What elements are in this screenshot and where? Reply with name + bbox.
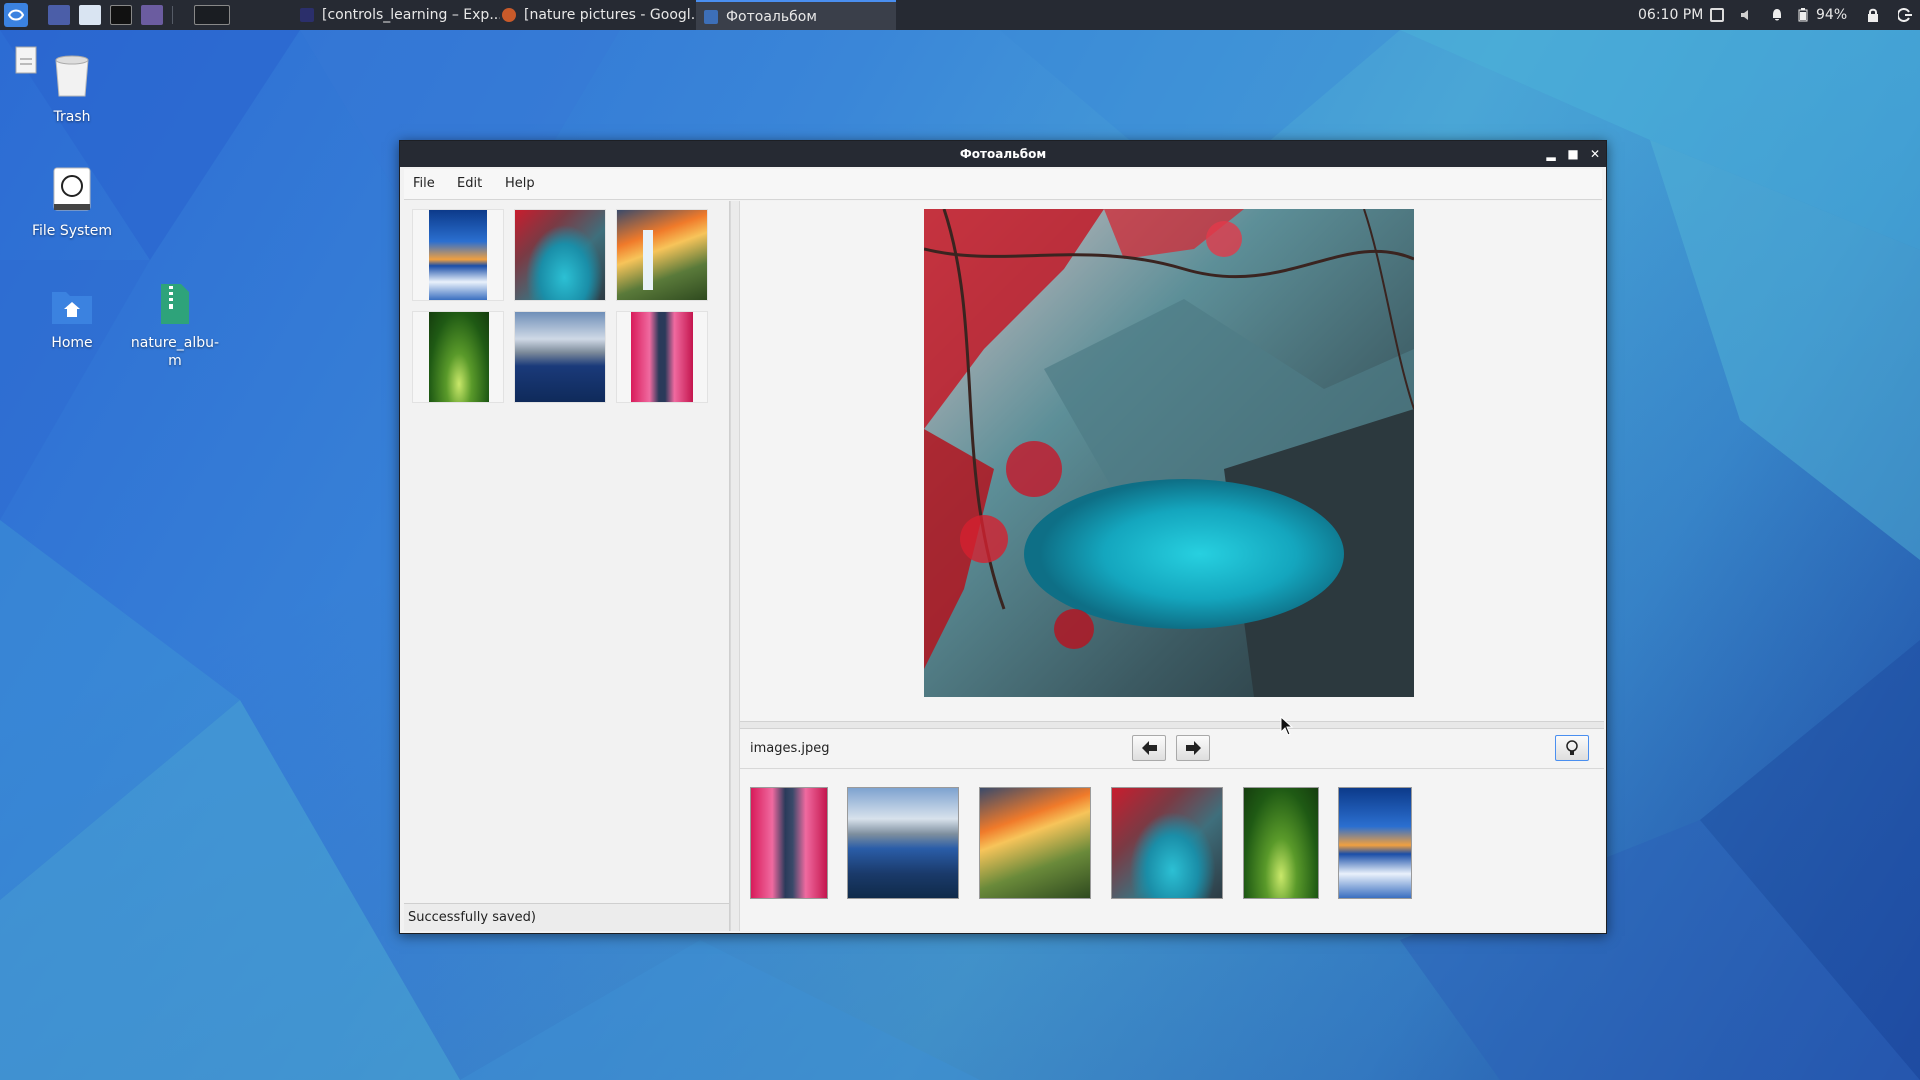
close-icon[interactable]: ✕: [1584, 141, 1606, 167]
status-bar: Successfully saved): [404, 903, 729, 931]
home-folder-icon: [52, 292, 92, 324]
film-thumb-forest-path[interactable]: [1243, 787, 1319, 899]
photo-album-window: Фотоальбом ▂ ■ ✕ File Edit Help Successf…: [399, 140, 1607, 934]
desktop-icon-filesystem[interactable]: File System: [22, 166, 122, 240]
browser-icon: [502, 8, 516, 22]
document-icon: [15, 46, 37, 74]
task-label: [nature pictures - Googl...: [524, 7, 694, 23]
archive-icon: [161, 284, 189, 324]
menu-file[interactable]: File: [406, 169, 442, 199]
workspace-switcher[interactable]: [194, 5, 230, 25]
app-menu-icon: [7, 9, 25, 21]
archive-label: nature_albu-m: [130, 335, 220, 369]
photo-album-icon: [704, 10, 718, 24]
grid-thumb-mountain-lake[interactable]: [514, 311, 606, 403]
home-label: Home: [51, 335, 93, 351]
vertical-splitter[interactable]: [730, 201, 740, 931]
file-manager-icon[interactable]: [79, 5, 101, 25]
next-button[interactable]: [1176, 735, 1210, 761]
menu-edit[interactable]: Edit: [450, 169, 489, 199]
panel-separator: [172, 6, 173, 24]
display-icon[interactable]: [1710, 8, 1724, 22]
top-panel: [controls_learning – Exp... [nature pict…: [0, 0, 1920, 30]
desktop-icon-archive[interactable]: nature_albu-m: [125, 282, 225, 370]
minimize-icon[interactable]: ▂: [1540, 141, 1562, 167]
logout-icon[interactable]: [1896, 8, 1912, 22]
desktop-file-icon[interactable]: [14, 46, 38, 78]
film-thumb-sunset-lake[interactable]: [1338, 787, 1412, 899]
previous-button[interactable]: [1132, 735, 1166, 761]
trash-label: Trash: [53, 109, 91, 125]
lock-icon[interactable]: [1866, 8, 1880, 22]
hard-drive-icon: [53, 167, 91, 211]
task-photo-album[interactable]: Фотоальбом: [696, 0, 896, 30]
notification-bell-icon[interactable]: [1770, 8, 1784, 22]
desktop-icon-home[interactable]: Home: [22, 286, 122, 352]
viewer-toolbar: images.jpeg: [740, 729, 1604, 769]
task-label: [controls_learning – Exp...: [322, 7, 500, 23]
clock[interactable]: 06:10 PM: [1638, 0, 1703, 30]
maximize-icon[interactable]: ■: [1562, 141, 1584, 167]
task-label: Фотоальбом: [726, 9, 817, 25]
window-titlebar[interactable]: Фотоальбом ▂ ■ ✕: [400, 141, 1606, 167]
grid-thumb-forest-path[interactable]: [412, 311, 504, 403]
show-desktop-icon[interactable]: [48, 5, 70, 25]
film-thumb-mountain-lake[interactable]: [847, 787, 959, 899]
mouse-cursor-icon: [1280, 716, 1294, 736]
grid-thumb-pink-road[interactable]: [616, 311, 708, 403]
viewer-pane: images.jpeg: [740, 201, 1604, 931]
app-menu-button[interactable]: [4, 3, 28, 27]
menu-help[interactable]: Help: [498, 169, 542, 199]
battery-icon: [1798, 8, 1812, 22]
lightbulb-icon: [1566, 740, 1578, 755]
filesystem-label: File System: [31, 223, 113, 239]
terminal-icon[interactable]: [110, 5, 132, 25]
filmstrip: [740, 771, 1604, 929]
arrow-right-icon: [1186, 741, 1201, 755]
task-ide[interactable]: [controls_learning – Exp...: [292, 0, 500, 30]
window-title: Фотоальбом: [959, 147, 1047, 161]
arrow-left-icon: [1142, 741, 1157, 755]
horizontal-splitter[interactable]: [740, 721, 1604, 729]
film-thumb-red-blossom-lake[interactable]: [1111, 787, 1223, 899]
film-thumb-pink-road[interactable]: [750, 787, 828, 899]
current-filename: images.jpeg: [750, 741, 830, 756]
battery-percent: 94%: [1816, 7, 1848, 23]
trash-icon: [55, 55, 89, 97]
task-browser[interactable]: [nature pictures - Googl...: [494, 0, 694, 30]
grid-thumb-waterfall-sunset[interactable]: [616, 209, 708, 301]
film-thumb-waterfall-sunset[interactable]: [979, 787, 1091, 899]
info-button[interactable]: [1555, 735, 1589, 761]
grid-thumb-sunset-lake[interactable]: [412, 209, 504, 301]
volume-icon[interactable]: [1740, 8, 1754, 22]
image-viewer: [740, 201, 1604, 721]
main-image-red-blossom-lake[interactable]: [924, 209, 1414, 697]
menu-bar: File Edit Help: [404, 169, 1602, 200]
screenshot-tool-icon[interactable]: [141, 5, 163, 25]
grid-thumb-red-blossom-lake[interactable]: [514, 209, 606, 301]
thumbnail-grid-pane: Successfully saved): [404, 201, 730, 931]
ide-icon: [300, 8, 314, 22]
